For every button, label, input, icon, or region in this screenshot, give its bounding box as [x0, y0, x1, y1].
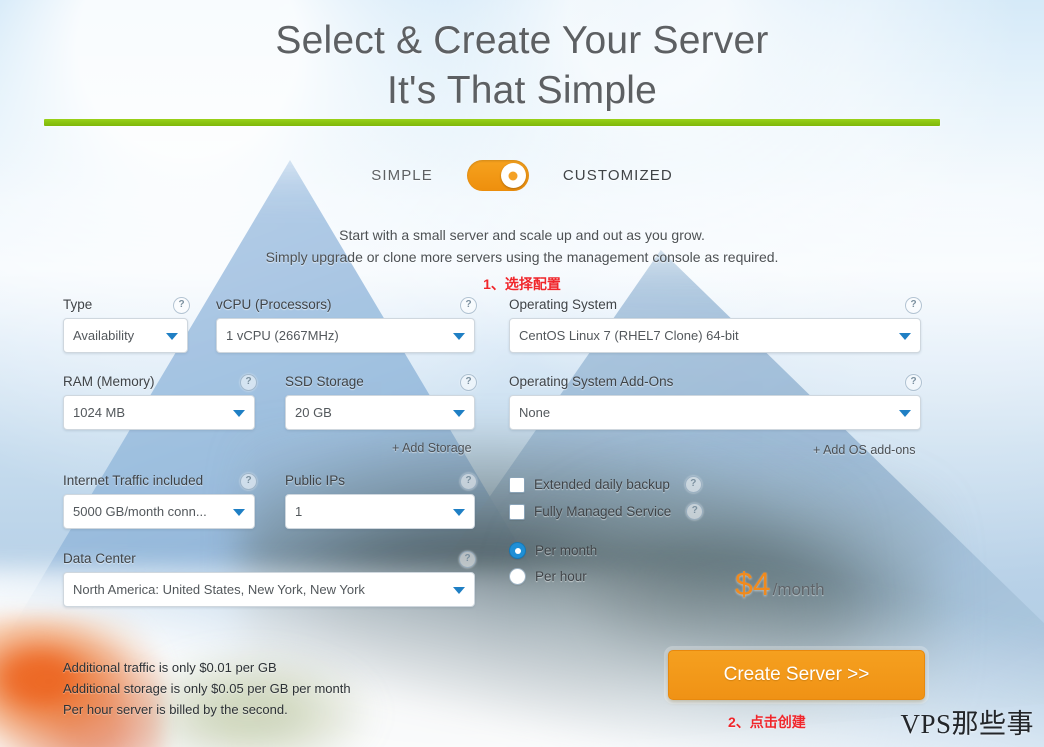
vcpu-select-value: 1 vCPU (2667MHz): [226, 328, 339, 343]
data-center-select-value: North America: United States, New York, …: [73, 582, 365, 597]
os-addons-select[interactable]: None: [509, 395, 921, 430]
radio-per-month[interactable]: [509, 542, 526, 559]
footnote-line-1: Additional traffic is only $0.01 per GB: [63, 660, 277, 675]
field-data-center-label: Data Center: [63, 551, 136, 566]
field-traffic-label: Internet Traffic included: [63, 473, 204, 488]
add-storage-link[interactable]: + Add Storage: [392, 441, 472, 455]
field-ssd-storage: SSD Storage ? 20 GB: [285, 374, 477, 430]
price-amount: $4: [735, 566, 771, 602]
radio-label-per-month: Per month: [535, 543, 598, 558]
help-icon-os-addons[interactable]: ?: [905, 374, 922, 391]
radio-label-per-hour: Per hour: [535, 569, 587, 584]
help-icon-fully-managed-service[interactable]: ?: [686, 503, 704, 520]
checkbox-label-extended-daily-backup: Extended daily backup: [534, 477, 670, 492]
field-ram: RAM (Memory) ? 1024 MB: [63, 374, 257, 430]
chevron-down-icon: [899, 332, 911, 340]
vcpu-select[interactable]: 1 vCPU (2667MHz): [216, 318, 475, 353]
internet-traffic-select-value: 5000 GB/month conn...: [73, 504, 207, 519]
field-internet-traffic: Internet Traffic included ? 5000 GB/mont…: [63, 473, 257, 529]
operating-system-select-value: CentOS Linux 7 (RHEL7 Clone) 64-bit: [519, 328, 739, 343]
chevron-down-icon: [899, 409, 911, 417]
field-os-addons: Operating System Add-Ons ? None: [509, 374, 922, 430]
ssd-storage-select-value: 20 GB: [295, 405, 332, 420]
field-data-center: Data Center ? North America: United Stat…: [63, 551, 476, 607]
help-icon-vcpu[interactable]: ?: [460, 297, 477, 314]
watermark: VPS那些事: [900, 709, 1034, 739]
field-ram-label: RAM (Memory): [63, 374, 155, 389]
checkbox-extended-daily-backup[interactable]: [509, 476, 525, 493]
server-config-form: Type ? Availability vCPU (Processors) ? …: [0, 0, 1044, 747]
ram-select[interactable]: 1024 MB: [63, 395, 255, 430]
operating-system-select[interactable]: CentOS Linux 7 (RHEL7 Clone) 64-bit: [509, 318, 921, 353]
field-vcpu-label: vCPU (Processors): [216, 297, 332, 312]
create-server-button[interactable]: Create Server >>: [668, 650, 925, 700]
field-operating-system: Operating System ? CentOS Linux 7 (RHEL7…: [509, 297, 922, 353]
chevron-down-icon: [233, 508, 245, 516]
field-public-ips-label: Public IPs: [285, 473, 346, 488]
checkbox-label-fully-managed-service: Fully Managed Service: [534, 504, 672, 519]
help-icon-type[interactable]: ?: [173, 297, 190, 314]
field-os-label: Operating System: [509, 297, 618, 312]
checkbox-fully-managed-service[interactable]: [509, 503, 525, 520]
help-icon-data-center[interactable]: ?: [459, 551, 476, 568]
field-vcpu: vCPU (Processors) ? 1 vCPU (2667MHz): [216, 297, 477, 353]
field-type-label: Type: [63, 297, 93, 312]
field-ssd-label: SSD Storage: [285, 374, 364, 389]
chevron-down-icon: [453, 332, 465, 340]
ssd-storage-select[interactable]: 20 GB: [285, 395, 475, 430]
radio-row-per-hour[interactable]: Per hour: [509, 568, 587, 585]
add-os-addons-link[interactable]: + Add OS add-ons: [813, 443, 916, 457]
chevron-down-icon: [166, 332, 178, 340]
help-icon-ram[interactable]: ?: [240, 374, 257, 391]
price-display: $4 /month: [735, 566, 825, 603]
type-select[interactable]: Availability: [63, 318, 188, 353]
help-icon-internet-traffic[interactable]: ?: [240, 473, 257, 490]
field-public-ips: Public IPs ? 1: [285, 473, 477, 529]
os-addons-select-value: None: [519, 405, 551, 420]
public-ips-select-value: 1: [295, 504, 303, 519]
annotation-step-2: 2、点击创建: [728, 714, 806, 730]
ram-select-value: 1024 MB: [73, 405, 126, 420]
field-type: Type ? Availability: [63, 297, 190, 353]
chevron-down-icon: [453, 586, 465, 594]
data-center-select[interactable]: North America: United States, New York, …: [63, 572, 475, 607]
server-configurator-page: Select & Create Your Server It's That Si…: [0, 0, 1044, 747]
help-icon-public-ips[interactable]: ?: [460, 473, 477, 490]
radio-row-per-month[interactable]: Per month: [509, 542, 597, 559]
chevron-down-icon: [233, 409, 245, 417]
footnote-line-2: Additional storage is only $0.05 per GB …: [63, 681, 351, 696]
footnotes: Additional traffic is only $0.01 per GB …: [63, 657, 351, 720]
public-ips-select[interactable]: 1: [285, 494, 475, 529]
type-select-value: Availability: [73, 328, 135, 343]
chevron-down-icon: [453, 508, 465, 516]
help-icon-extended-daily-backup[interactable]: ?: [684, 476, 702, 493]
field-os-addons-label: Operating System Add-Ons: [509, 374, 674, 389]
help-icon-operating-system[interactable]: ?: [905, 297, 922, 314]
radio-per-hour[interactable]: [509, 568, 526, 585]
chevron-down-icon: [453, 409, 465, 417]
internet-traffic-select[interactable]: 5000 GB/month conn...: [63, 494, 255, 529]
help-icon-ssd-storage[interactable]: ?: [460, 374, 477, 391]
footnote-line-3: Per hour server is billed by the second.: [63, 702, 288, 717]
checkbox-row-extended-backup[interactable]: Extended daily backup ?: [509, 476, 702, 493]
price-period: /month: [772, 580, 825, 599]
checkbox-row-managed-service[interactable]: Fully Managed Service ?: [509, 503, 704, 520]
